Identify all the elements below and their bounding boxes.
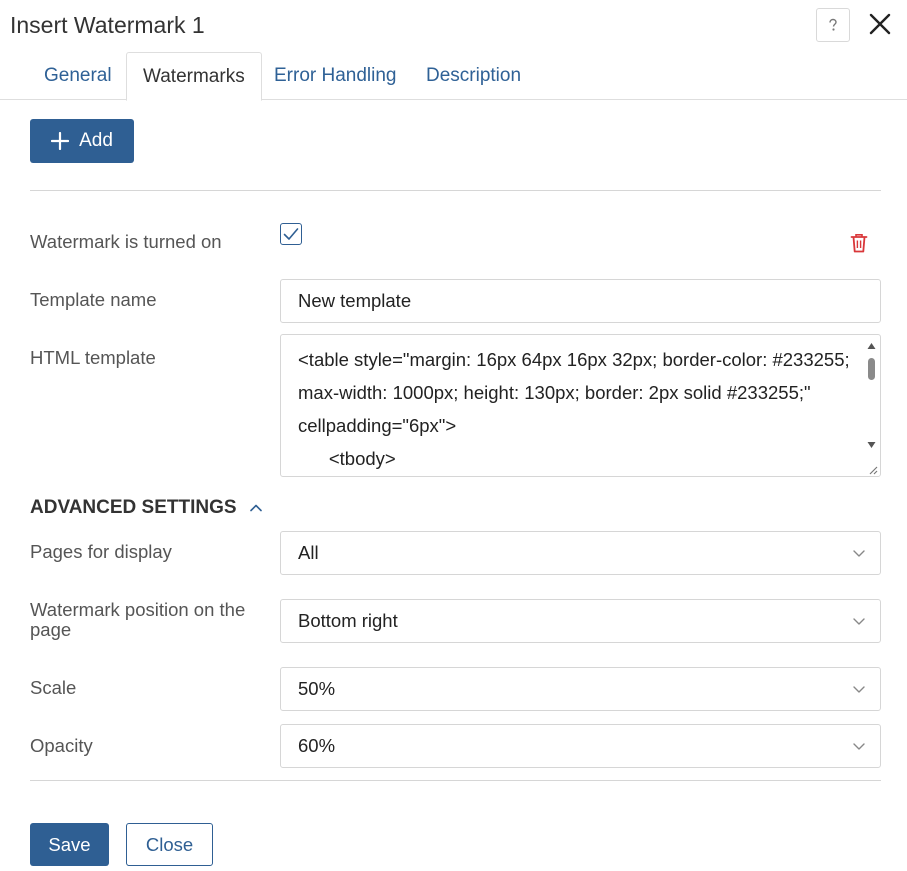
delete-watermark-button[interactable] (849, 232, 869, 254)
watermark-position-label: Watermark position on the page (30, 599, 246, 640)
advanced-settings-heading: ADVANCED SETTINGS (30, 497, 237, 518)
pages-display-select[interactable]: All (280, 531, 881, 575)
trash-icon (850, 234, 868, 253)
scale-select[interactable]: 50% (280, 667, 881, 711)
template-name-label: Template name (30, 289, 157, 310)
tab-bar: General Watermarks Error Handling Descri… (0, 52, 907, 101)
help-icon (829, 18, 837, 31)
add-button[interactable]: Add (30, 119, 134, 163)
opacity-select[interactable]: 60% (280, 724, 881, 768)
tab-watermarks[interactable]: Watermarks (126, 52, 262, 101)
help-button[interactable] (816, 8, 850, 42)
pages-display-value: All (298, 542, 319, 563)
html-template-content: <table style="margin: 16px 64px 16px 32p… (298, 349, 850, 469)
plus-icon (51, 132, 70, 150)
checkmark-icon (283, 228, 299, 240)
watermark-position-select[interactable]: Bottom right (280, 599, 881, 643)
html-template-textarea[interactable]: <table style="margin: 16px 64px 16px 32p… (280, 334, 881, 477)
close-button[interactable]: Close (126, 823, 213, 866)
watermark-enabled-label: Watermark is turned on (30, 231, 222, 252)
scale-value: 50% (298, 678, 336, 699)
opacity-value: 60% (298, 735, 336, 756)
chevron-down-icon (853, 743, 865, 750)
dialog-title: Insert Watermark 1 (10, 12, 205, 38)
tab-description[interactable]: Description (410, 52, 537, 100)
chevron-down-icon (853, 550, 865, 557)
chevron-down-icon (853, 618, 865, 625)
add-button-label: Add (79, 130, 113, 151)
textarea-scrollbar[interactable] (863, 335, 880, 460)
html-template-label: HTML template (30, 347, 156, 368)
watermark-enabled-checkbox[interactable] (280, 223, 302, 245)
resize-handle-icon[interactable] (866, 462, 878, 475)
tab-general[interactable]: General (28, 52, 128, 100)
advanced-settings-toggle[interactable]: ADVANCED SETTINGS (30, 497, 263, 519)
footer-divider (30, 780, 881, 781)
divider (30, 190, 881, 191)
save-button[interactable]: Save (30, 823, 109, 866)
chevron-down-icon (853, 686, 865, 693)
tab-error-handling[interactable]: Error Handling (258, 52, 413, 100)
close-icon[interactable] (866, 10, 894, 38)
scale-label: Scale (30, 677, 77, 698)
chevron-up-icon (249, 504, 262, 512)
template-name-input[interactable]: New template (280, 279, 881, 323)
watermark-position-value: Bottom right (298, 610, 398, 631)
pages-display-label: Pages for display (30, 541, 172, 562)
opacity-label: Opacity (30, 735, 93, 756)
